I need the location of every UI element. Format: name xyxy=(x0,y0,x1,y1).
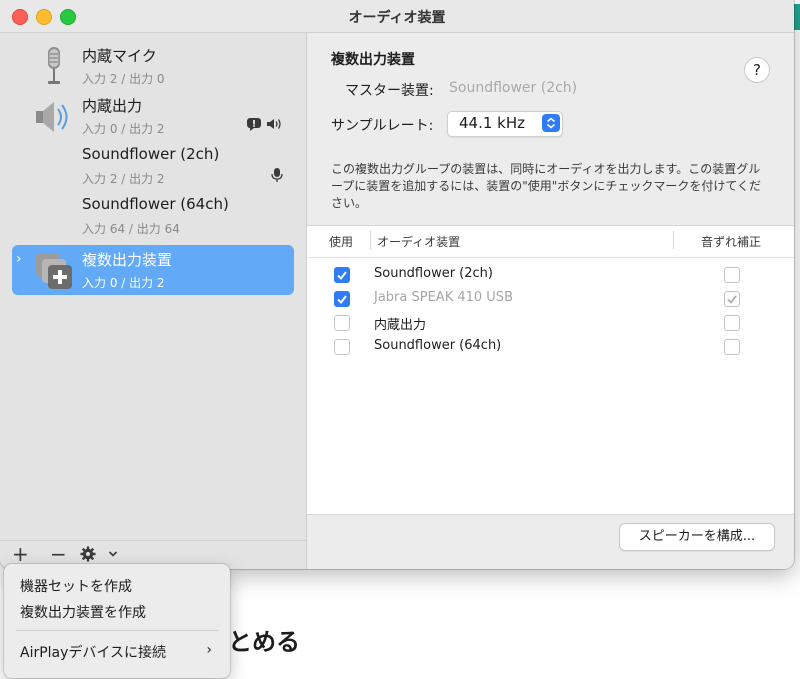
configure-speakers-button[interactable]: スピーカーを構成... xyxy=(619,523,775,551)
drift-correction-checkbox[interactable] xyxy=(724,315,740,331)
speaker-icon xyxy=(36,102,68,132)
sample-rate-value: 44.1 kHz xyxy=(459,114,526,132)
device-name: Soundflower (64ch) xyxy=(82,195,229,213)
updown-chevron-icon xyxy=(542,114,560,132)
submenu-arrow-icon: › xyxy=(206,642,212,658)
device-name: Soundflower (2ch) xyxy=(374,266,493,281)
sidebar-item-soundflower-2ch[interactable]: Soundflower (2ch) 入力 2 / 出力 2 xyxy=(12,141,294,191)
checkmark-icon xyxy=(337,295,347,305)
table-row: Soundflower (64ch) xyxy=(307,334,794,358)
sidebar-item-soundflower-64ch[interactable]: Soundflower (64ch) 入力 64 / 出力 64 xyxy=(12,191,294,241)
drift-correction-checkbox xyxy=(724,291,740,307)
add-device-menu: 機器セットを作成 複数出力装置を作成 AirPlayデバイスに接続 › xyxy=(4,564,230,678)
device-name: 複数出力装置 xyxy=(82,251,173,269)
use-checkbox[interactable] xyxy=(334,339,350,355)
alert-bubble-icon xyxy=(247,118,261,131)
column-header-drift[interactable]: 音ずれ補正 xyxy=(701,233,761,250)
use-checkbox[interactable] xyxy=(334,291,350,307)
sidebar-item-built-in-output[interactable]: 内蔵出力 入力 0 / 出力 2 xyxy=(12,91,294,141)
table-row: Jabra SPEAK 410 USB xyxy=(307,286,794,310)
device-status xyxy=(270,167,284,183)
device-io: 入力 2 / 出力 2 xyxy=(82,172,165,186)
chevron-right-icon[interactable]: › xyxy=(16,251,22,267)
column-divider xyxy=(673,231,674,249)
device-io: 入力 0 / 出力 2 xyxy=(82,122,165,136)
multi-output-icon xyxy=(36,253,72,289)
background-heading: とめる xyxy=(228,628,300,656)
description-text: この複数出力グループの装置は、同時にオーディオを出力します。この装置グループに装… xyxy=(331,162,761,210)
table-row: 内蔵出力 xyxy=(307,310,794,334)
drift-correction-checkbox[interactable] xyxy=(724,267,740,283)
audio-devices-window: オーディオ装置 内蔵マイク 入力 2 / 出力 0 内蔵出力 入力 0 / 出力… xyxy=(0,0,794,569)
sidebar-item-built-in-mic[interactable]: 内蔵マイク 入力 2 / 出力 0 xyxy=(12,41,294,91)
device-name: Jabra SPEAK 410 USB xyxy=(374,290,513,305)
device-name: Soundflower (64ch) xyxy=(374,338,502,353)
table-row: Soundflower (2ch) xyxy=(307,262,794,286)
device-name: 内蔵出力 xyxy=(82,97,143,115)
device-table: 使用 オーディオ装置 音ずれ補正 Soundflower (2ch) Jabra… xyxy=(307,225,794,515)
device-name: 内蔵マイク xyxy=(82,47,157,65)
speaker-output-icon xyxy=(267,119,281,129)
master-device-label: マスター装置: xyxy=(345,83,434,99)
master-device-popup[interactable]: Soundflower (2ch) xyxy=(449,80,577,96)
menu-item-create-aggregate[interactable]: 機器セットを作成 xyxy=(20,576,132,596)
pane-title: 複数出力装置 xyxy=(331,52,415,68)
checkmark-icon xyxy=(337,271,347,281)
menu-item-airplay-connect[interactable]: AirPlayデバイスに接続 xyxy=(20,642,166,662)
microphone-input-icon xyxy=(271,168,283,182)
menu-item-create-multi-output[interactable]: 複数出力装置を作成 xyxy=(20,602,146,622)
sample-rate-label: サンプルレート: xyxy=(331,118,434,134)
window-title: オーディオ装置 xyxy=(348,10,446,26)
device-io: 入力 64 / 出力 64 xyxy=(82,222,180,236)
sample-rate-select[interactable]: 44.1 kHz xyxy=(447,111,563,137)
device-status xyxy=(246,117,284,131)
chevron-down-icon[interactable] xyxy=(108,550,118,558)
menu-separator xyxy=(16,630,218,631)
microphone-icon xyxy=(48,47,60,84)
device-name: Soundflower (2ch) xyxy=(82,145,220,163)
drift-correction-checkbox[interactable] xyxy=(724,339,740,355)
column-header-device[interactable]: オーディオ装置 xyxy=(377,233,460,250)
device-io: 入力 0 / 出力 2 xyxy=(82,276,165,290)
column-divider xyxy=(370,231,371,249)
checkmark-icon xyxy=(727,295,737,304)
gear-icon[interactable] xyxy=(80,546,96,562)
header-divider xyxy=(307,257,794,258)
device-name: 内蔵出力 xyxy=(374,318,427,333)
sidebar-item-multi-output[interactable]: › 複数出力装置 入力 0 / 出力 2 xyxy=(12,245,294,295)
use-checkbox[interactable] xyxy=(334,315,350,331)
device-io: 入力 2 / 出力 0 xyxy=(82,72,165,86)
remove-device-button[interactable]: − xyxy=(50,543,67,565)
device-detail-pane: 複数出力装置 ? マスター装置: Soundflower (2ch) サンプルレ… xyxy=(307,33,794,569)
titlebar: オーディオ装置 xyxy=(0,0,794,33)
use-checkbox[interactable] xyxy=(334,267,350,283)
help-button[interactable]: ? xyxy=(744,57,770,83)
device-sidebar: 内蔵マイク 入力 2 / 出力 0 内蔵出力 入力 0 / 出力 2 Sound… xyxy=(0,33,307,541)
add-device-button[interactable]: + xyxy=(12,543,29,565)
column-header-use[interactable]: 使用 xyxy=(329,233,353,250)
